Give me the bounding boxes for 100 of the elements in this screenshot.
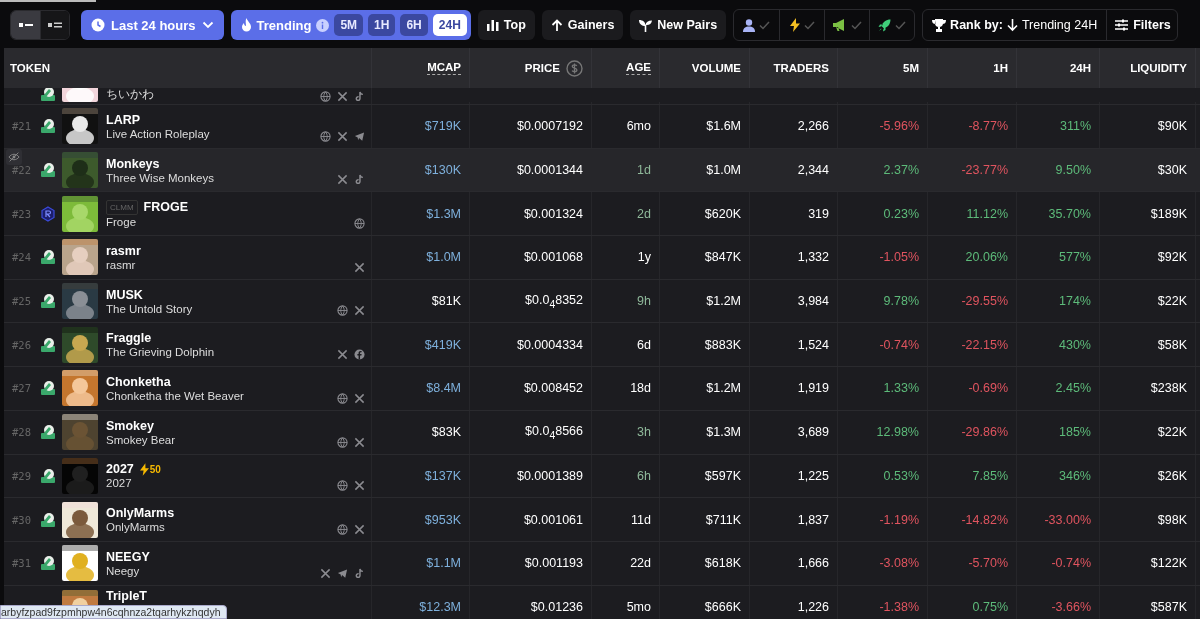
timeframe-tab[interactable]: 5M [334, 14, 364, 36]
volume: $618K [704, 556, 741, 571]
volume: $597K [704, 468, 741, 483]
rank-number: #22 [11, 164, 32, 177]
token-name[interactable]: 2027 [106, 462, 134, 477]
token-name[interactable]: Fraggle [106, 331, 152, 346]
column-header[interactable]: 5M [903, 62, 919, 74]
column-header[interactable]: TRADERS [773, 62, 829, 74]
column-header[interactable]: 24H [1069, 62, 1091, 74]
timeframe-tab[interactable]: 24H [432, 14, 467, 36]
price-change: 9.50% [1055, 163, 1091, 178]
token-row[interactable]: #22 Monkeys Three Wise Monkeys $130K $0.0001344 1d $1.0M 2,344 2.37% -23.77% 9.50% $30K [4, 148, 1200, 193]
price: $0.0$_{4}$8566 [525, 423, 583, 441]
price: $0.0001344 [516, 163, 583, 178]
price-change: -3.08% [879, 556, 919, 571]
trader-count: 1,919 [797, 381, 829, 396]
token-name[interactable]: TripleT [106, 588, 147, 603]
price-change: 2.45% [1055, 381, 1091, 396]
column-header[interactable]: AGE [626, 61, 651, 75]
link-tooltip: arbyfzpad9fzpmhpw4n6cqhnza2tqarhykzhqdyh [0, 605, 228, 619]
trader-count: 319 [808, 206, 829, 221]
sort-button[interactable]: Top [477, 10, 535, 40]
liquidity: $98K [1157, 512, 1187, 527]
token-age: 9h [637, 294, 651, 309]
price-change: 577% [1059, 250, 1091, 265]
liquidity: $90K [1157, 119, 1187, 134]
liquidity: $92K [1157, 250, 1187, 265]
token-age: 6d [637, 337, 651, 352]
token-row[interactable]: #30 OnlyMarms OnlyMarms $953K $0.001061 11d $711K 1,837 -1.19% -14.82% -33.00% $98K [4, 498, 1200, 542]
token-name[interactable]: NEEGY [106, 549, 150, 564]
price: $0.008452 [523, 381, 583, 396]
token-row[interactable]: #26 Fraggle The Grieving Dolphin $419K $0.0004334 6d $883K 1,524 -0.74% -22.15% 430% $58K [4, 323, 1200, 368]
token-row[interactable]: #27 Chonketha Chonketha the Wet Beaver $8.4M $0.008452 18d $1.2M 1,919 1.33% -0.69% 2.45% $238K [4, 367, 1200, 411]
token-name[interactable]: LARP [106, 112, 141, 127]
sort-button[interactable]: Gainers [541, 10, 624, 40]
price: $0.001061 [523, 512, 583, 527]
token-subtitle: Froge [106, 215, 138, 228]
price-change: 11.12% [966, 206, 1008, 221]
market-cap: $953K [424, 512, 461, 527]
column-header[interactable]: PRICE [524, 62, 560, 74]
token-row[interactable]: #24 rasmr rasmr $1.0M $0.001068 1y $847K 1,332 -1.05% 20.06% 577% $92K [4, 236, 1200, 280]
rank-by-dropdown[interactable]: Rank by: Trending 24H [923, 10, 1107, 40]
column-header[interactable]: 1H [993, 62, 1008, 74]
token-age: 18d [630, 381, 651, 396]
trader-count: 2,266 [797, 119, 829, 134]
token-subtitle: ちいかわ [106, 88, 154, 102]
rank-number: #29 [11, 469, 32, 482]
token-subtitle: Three Wise Monkeys [106, 171, 214, 184]
token-age: 1d [637, 163, 651, 178]
filters-button[interactable]: Filters [1106, 10, 1177, 40]
trending-label: Trending [256, 17, 312, 33]
token-name[interactable]: FROGE [143, 200, 188, 215]
price: $0.0007192 [516, 119, 583, 134]
price-change: -14.82% [961, 512, 1008, 527]
timeframe-tab[interactable]: 1H [368, 14, 396, 36]
column-header[interactable]: VOLUME [691, 62, 741, 74]
token-name[interactable]: Monkeys [106, 156, 160, 171]
token-age: 5mo [626, 599, 651, 614]
token-name[interactable]: OnlyMarms [106, 506, 175, 521]
time-range-dropdown[interactable]: Last 24 hours [81, 10, 224, 40]
price-change: 12.98% [876, 425, 919, 440]
token-row[interactable]: #28 Smokey Smokey Bear $83K $0.0$_{4}$8566 3h $1.3M 3,689 12.98% -29.86% 185% $22K [4, 410, 1200, 455]
rank-number: #21 [11, 120, 32, 133]
token-row[interactable]: #25 MUSK The Untold Story $81K $0.0$_{4}$8352 9h $1.2M 3,984 9.78% -29.55% 174% $22K [4, 279, 1200, 324]
sort-button[interactable]: New Pairs [630, 10, 727, 40]
volume: $1.6M [706, 119, 741, 134]
price-change: -1.19% [879, 512, 919, 527]
liquidity: $189K [1150, 206, 1187, 221]
token-name[interactable]: rasmr [106, 243, 141, 258]
token-row[interactable]: #21 LARP Live Action Roleplay $719K $0.0007192 6mo $1.6M 2,266 -5.96% -8.77% 311% $90K [4, 105, 1200, 149]
token-subtitle: 2027 [106, 477, 133, 490]
price-change: 2.37% [883, 163, 919, 178]
column-header[interactable]: MCAP [427, 61, 461, 75]
rank-number: #25 [11, 295, 32, 308]
price-change: 0.23% [883, 206, 919, 221]
market-cap: $1.3M [426, 206, 461, 221]
rank-number: #23 [11, 207, 32, 220]
token-name[interactable]: Smokey [106, 418, 154, 433]
token-subtitle: rasmr [106, 258, 137, 271]
token-subtitle: The Untold Story [106, 302, 193, 315]
token-subtitle: Smokey Bear [106, 433, 176, 446]
column-header[interactable]: LIQUIDITY [1130, 62, 1187, 74]
price-change: -1.38% [879, 599, 919, 614]
token-row[interactable]: #29 2027 50 2027 $137K $0.0001389 6h $597K 1,225 0.53% 7.85% 346% $26K [4, 454, 1200, 499]
market-cap: $83K [431, 425, 461, 440]
price-change: 7.85% [972, 468, 1008, 483]
rank-number: #26 [11, 338, 32, 351]
volume: $847K [704, 250, 741, 265]
market-cap: $8.4M [426, 381, 461, 396]
volume: $620K [704, 206, 741, 221]
timeframe-tab[interactable]: 6H [400, 14, 428, 36]
column-header[interactable]: TOKEN [10, 62, 51, 74]
token-name[interactable]: MUSK [106, 287, 143, 302]
price: $0.0004334 [516, 337, 583, 352]
token-row[interactable]: #31 NEEGY Neegy $1.1M $0.001193 22d $618K 1,666 -3.08% -5.70% -0.74% $122K [4, 541, 1200, 586]
token-name[interactable]: Chonketha [106, 374, 171, 389]
token-row[interactable]: #23 CLMM FROGE Froge $1.3M $0.001324 2d $620K 319 0.23% 11.12% 35.70% $189K [4, 192, 1200, 237]
liquidity: $22K [1157, 425, 1187, 440]
price: $0.001068 [523, 250, 583, 265]
rank-number: #27 [11, 382, 32, 395]
